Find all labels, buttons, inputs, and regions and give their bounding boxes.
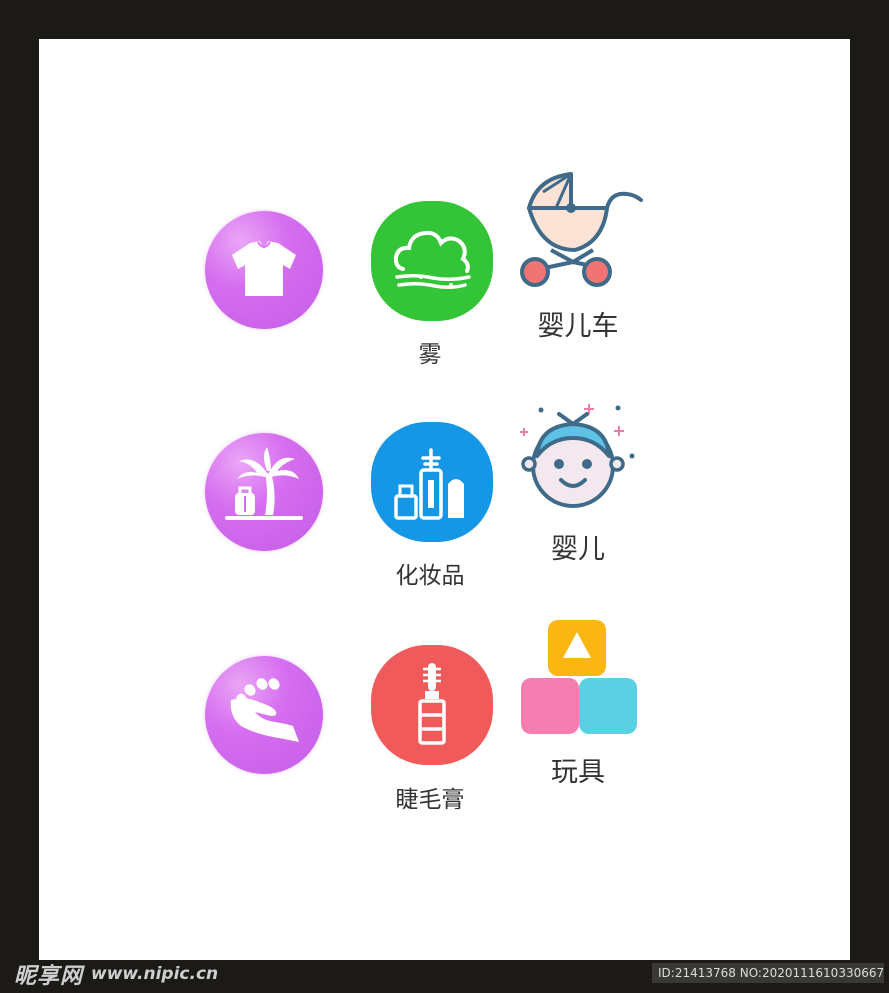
clothing-icon-button[interactable] [205,211,323,329]
toys-icon-button[interactable] [521,620,639,738]
fog-icon-button[interactable] [371,201,493,321]
mascara-icon [418,663,446,745]
cosmetics-icon [394,448,464,520]
toy-blocks-icon [521,620,637,734]
travel-icon-button[interactable] [205,433,323,551]
site-url: www.nipic.cn [91,964,219,984]
baby-label: 婴儿 [551,534,605,565]
cosmetics-icon-button[interactable] [371,422,493,542]
mascara-icon-button[interactable] [371,645,493,765]
baby-icon-button[interactable] [515,400,645,510]
stroller-icon [520,172,643,287]
image-id-watermark: ID:21413768 NO:20201116103306672000 [652,963,884,983]
baby-face-icon [520,404,635,508]
cloud-icon [393,230,471,290]
stroller-label: 婴儿车 [537,311,619,342]
site-watermark: 昵享网 www.nipic.cn [14,960,219,989]
stroller-icon-button[interactable] [515,170,645,292]
fog-label: 雾 [418,342,442,368]
tshirt-icon [232,241,296,296]
mascara-label: 睫毛膏 [395,787,465,813]
cosmetics-label: 化妆品 [395,563,465,589]
palm-tree-luggage-icon [225,447,303,520]
toys-label: 玩具 [551,757,605,788]
site-logo: 昵享网 [14,964,84,989]
nail-hand-icon [230,678,299,742]
nail-care-icon-button[interactable] [205,656,323,774]
